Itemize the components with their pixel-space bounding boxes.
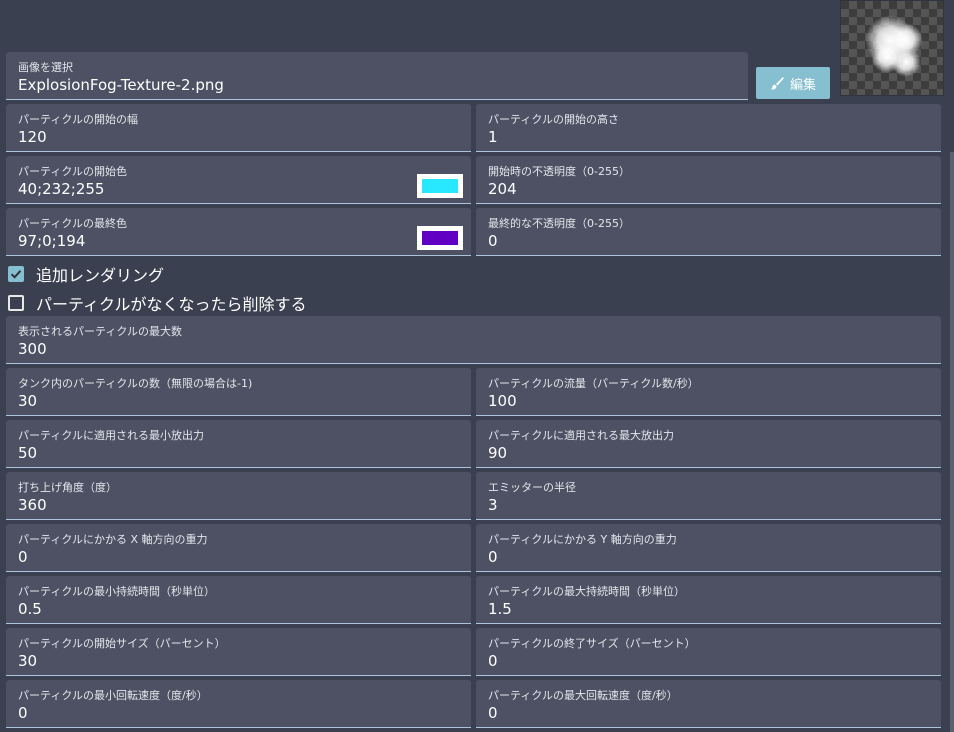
tank-count-field[interactable]: タンク内のパーティクルの数（無限の場合は-1) 30 (6, 368, 471, 416)
flow-value: 100 (488, 392, 517, 410)
max-force-label: パーティクルに適用される最大放出力 (488, 429, 675, 442)
angle-value: 360 (18, 496, 47, 514)
radius-label: エミッターの半径 (488, 481, 576, 494)
end-color-label: パーティクルの最終色 (18, 217, 128, 230)
tank-count-label: タンク内のパーティクルの数（無限の場合は-1) (18, 377, 253, 390)
start-color-value: 40;232;255 (18, 180, 105, 198)
max-rotation-label: パーティクルの最大回転速度（度/秒） (488, 689, 678, 702)
min-force-value: 50 (18, 444, 38, 462)
start-color-swatch-fill (422, 179, 458, 193)
max-count-field[interactable]: 表示されるパーティクルの最大数 300 (6, 316, 941, 364)
radius-field[interactable]: エミッターの半径 3 (476, 472, 941, 520)
angle-label: 打ち上げ角度（度） (18, 481, 117, 494)
max-force-field[interactable]: パーティクルに適用される最大放出力 90 (476, 420, 941, 468)
additive-checkbox-label: 追加レンダリング (36, 266, 165, 285)
start-color-swatch[interactable] (417, 174, 463, 198)
start-opacity-label: 開始時の不透明度（0-255） (488, 165, 630, 178)
start-height-label: パーティクルの開始の高さ (488, 113, 620, 126)
radius-value: 3 (488, 496, 498, 514)
end-color-swatch[interactable] (417, 226, 463, 250)
texture-label: 画像を選択 (18, 61, 73, 74)
gravity-y-value: 0 (488, 548, 498, 566)
end-opacity-field[interactable]: 最終的な不透明度（0-255） 0 (476, 208, 941, 256)
start-width-field[interactable]: パーティクルの開始の幅 120 (6, 104, 471, 152)
gravity-x-label: パーティクルにかかる X 軸方向の重力 (18, 533, 208, 546)
check-icon (10, 270, 22, 279)
start-color-label: パーティクルの開始色 (18, 165, 128, 178)
gravity-x-value: 0 (18, 548, 28, 566)
end-opacity-label: 最終的な不透明度（0-255） (488, 217, 630, 230)
flow-field[interactable]: パーティクルの流量（パーティクル数/秒） 100 (476, 368, 941, 416)
max-life-label: パーティクルの最大持続時間（秒単位） (488, 585, 686, 598)
max-count-value: 300 (18, 340, 47, 358)
end-color-swatch-fill (422, 231, 458, 245)
edit-button-label: 編集 (789, 77, 816, 93)
tank-count-value: 30 (18, 392, 38, 410)
delete-when-empty-checkbox-label: パーティクルがなくなったら削除する (36, 295, 307, 314)
start-opacity-field[interactable]: 開始時の不透明度（0-255） 204 (476, 156, 941, 204)
end-size-label: パーティクルの終了サイズ（パーセント） (488, 637, 696, 650)
max-rotation-value: 0 (488, 704, 498, 722)
gravity-y-label: パーティクルにかかる Y 軸方向の重力 (488, 533, 677, 546)
start-height-value: 1 (488, 128, 498, 146)
start-color-field[interactable]: パーティクルの開始色 40;232;255 (6, 156, 471, 204)
max-life-value: 1.5 (488, 600, 512, 618)
scrollbar-thumb[interactable] (950, 152, 954, 732)
start-opacity-value: 204 (488, 180, 517, 198)
min-life-field[interactable]: パーティクルの最小持続時間（秒単位） 0.5 (6, 576, 471, 624)
start-size-value: 30 (18, 652, 38, 670)
brush-icon (770, 76, 784, 90)
end-color-field[interactable]: パーティクルの最終色 97;0;194 (6, 208, 471, 256)
additive-checkbox-box[interactable] (8, 266, 24, 282)
texture-value: ExplosionFog-Texture-2.png (18, 76, 224, 94)
end-opacity-value: 0 (488, 232, 498, 250)
min-rotation-label: パーティクルの最小回転速度（度/秒） (18, 689, 208, 702)
end-size-value: 0 (488, 652, 498, 670)
max-rotation-field[interactable]: パーティクルの最大回転速度（度/秒） 0 (476, 680, 941, 728)
delete-when-empty-checkbox[interactable]: パーティクルがなくなったら削除する (8, 291, 307, 315)
end-color-value: 97;0;194 (18, 232, 86, 250)
end-size-field[interactable]: パーティクルの終了サイズ（パーセント） 0 (476, 628, 941, 676)
start-size-label: パーティクルの開始サイズ（パーセント） (18, 637, 226, 650)
max-force-value: 90 (488, 444, 508, 462)
min-force-label: パーティクルに適用される最小放出力 (18, 429, 205, 442)
start-size-field[interactable]: パーティクルの開始サイズ（パーセント） 30 (6, 628, 471, 676)
max-count-label: 表示されるパーティクルの最大数 (18, 325, 183, 338)
edit-texture-button[interactable]: 編集 (756, 67, 830, 99)
start-width-label: パーティクルの開始の幅 (18, 113, 139, 126)
min-rotation-value: 0 (18, 704, 28, 722)
texture-preview (840, 0, 944, 96)
max-life-field[interactable]: パーティクルの最大持続時間（秒単位） 1.5 (476, 576, 941, 624)
texture-field[interactable]: 画像を選択 ExplosionFog-Texture-2.png (6, 52, 748, 100)
min-rotation-field[interactable]: パーティクルの最小回転速度（度/秒） 0 (6, 680, 471, 728)
gravity-y-field[interactable]: パーティクルにかかる Y 軸方向の重力 0 (476, 524, 941, 572)
start-height-field[interactable]: パーティクルの開始の高さ 1 (476, 104, 941, 152)
start-width-value: 120 (18, 128, 47, 146)
min-life-value: 0.5 (18, 600, 42, 618)
min-force-field[interactable]: パーティクルに適用される最小放出力 50 (6, 420, 471, 468)
min-life-label: パーティクルの最小持続時間（秒単位） (18, 585, 216, 598)
flow-label: パーティクルの流量（パーティクル数/秒） (488, 377, 699, 390)
delete-when-empty-checkbox-box[interactable] (8, 295, 24, 311)
gravity-x-field[interactable]: パーティクルにかかる X 軸方向の重力 0 (6, 524, 471, 572)
angle-field[interactable]: 打ち上げ角度（度） 360 (6, 472, 471, 520)
additive-checkbox[interactable]: 追加レンダリング (8, 262, 164, 286)
